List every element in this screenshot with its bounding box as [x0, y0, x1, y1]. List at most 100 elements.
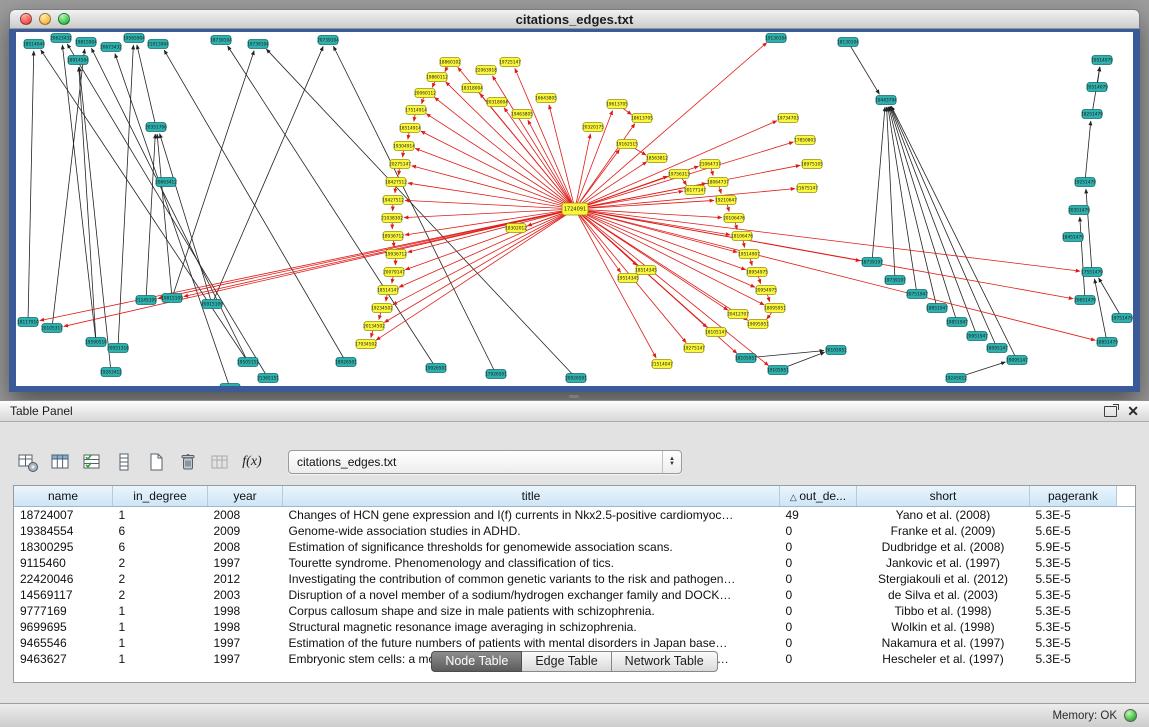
- graph-node[interactable]: 18095951: [764, 304, 786, 313]
- graph-node[interactable]: 18563812: [646, 154, 668, 163]
- graph-node[interactable]: 19590516: [85, 338, 107, 347]
- show-columns-icon[interactable]: [46, 449, 74, 475]
- graph-node[interactable]: 19505151: [237, 358, 259, 367]
- graph-node[interactable]: 18251479: [1081, 110, 1103, 119]
- graph-node[interactable]: 18514147: [377, 286, 399, 295]
- table-row[interactable]: 1456911722003Disruption of a novel membe…: [14, 587, 1135, 603]
- graph-node[interactable]: 19105951: [767, 366, 789, 375]
- graph-node[interactable]: 18514345: [635, 266, 657, 275]
- table-row[interactable]: 911546021997Tourette syndrome. Phenomeno…: [14, 555, 1135, 571]
- column-header-short[interactable]: short: [857, 486, 1030, 507]
- graph-node[interactable]: 19751479: [1111, 314, 1133, 323]
- graph-node[interactable]: 19613705: [606, 100, 628, 109]
- graph-node[interactable]: 20134502: [363, 322, 385, 331]
- graph-node[interactable]: 20351479: [1068, 206, 1090, 215]
- column-header-year[interactable]: year: [208, 486, 283, 507]
- graph-node[interactable]: 20275147: [389, 160, 411, 169]
- graph-node[interactable]: 20105951: [825, 346, 847, 355]
- graph-node[interactable]: 18318004: [461, 84, 483, 93]
- graph-node[interactable]: 19514345: [617, 274, 639, 283]
- table-row[interactable]: 977716911998Corpus callosum shape and si…: [14, 603, 1135, 619]
- graph-node[interactable]: 18954975: [746, 268, 768, 277]
- create-column-icon[interactable]: [142, 449, 170, 475]
- graph-node[interactable]: 20051318: [107, 344, 129, 353]
- graph-node[interactable]: 21675147: [796, 184, 818, 193]
- table-row[interactable]: 969969511998Structural magnetic resonanc…: [14, 619, 1135, 635]
- graph-node[interactable]: 20739104: [317, 36, 339, 45]
- graph-node[interactable]: 19251479: [1074, 178, 1096, 187]
- graph-node[interactable]: 17514914: [405, 106, 427, 115]
- close-window-button[interactable]: [20, 13, 32, 25]
- graph-node[interactable]: 20351706: [145, 123, 167, 132]
- minimize-window-button[interactable]: [39, 13, 51, 25]
- graph-node[interactable]: 19095951: [747, 320, 769, 329]
- column-header-title[interactable]: title: [283, 486, 780, 507]
- graph-node[interactable]: 21064737: [699, 160, 721, 169]
- graph-node[interactable]: 17934502: [355, 340, 377, 349]
- graph-node[interactable]: 19725147: [499, 58, 521, 67]
- graph-node[interactable]: 19245012: [945, 374, 967, 383]
- delete-column-icon[interactable]: [174, 449, 202, 475]
- graph-node[interactable]: 21038302: [381, 214, 403, 223]
- graph-node[interactable]: 20663412: [155, 178, 177, 187]
- graph-node[interactable]: 19815109: [161, 294, 183, 303]
- graph-node[interactable]: 18105951: [735, 354, 757, 363]
- graph-node[interactable]: 18514914: [399, 124, 421, 133]
- graph-node[interactable]: 18860102: [439, 58, 461, 67]
- graph-node[interactable]: 18739104: [210, 36, 232, 45]
- graph-node[interactable]: 18851947: [926, 304, 948, 313]
- graph-node[interactable]: 20915109: [201, 300, 223, 309]
- import-table-icon[interactable]: [206, 449, 234, 475]
- graph-node[interactable]: 16643805: [535, 94, 557, 103]
- table-row[interactable]: 1830029562008Estimation of significance …: [14, 539, 1135, 555]
- column-header-pagerank[interactable]: pagerank: [1030, 486, 1117, 507]
- graph-node[interactable]: 18451479: [1062, 233, 1084, 242]
- table-selector-dropdown[interactable]: citations_edges.txt ▲▼: [288, 450, 682, 474]
- rows-icon[interactable]: [110, 449, 138, 475]
- graph-node[interactable]: 20318004: [486, 98, 508, 107]
- network-window[interactable]: citations_edges.txt 18514044206234321981…: [9, 9, 1140, 392]
- graph-node[interactable]: 18117910: [17, 318, 39, 327]
- graph-node[interactable]: 19304914: [393, 142, 415, 151]
- graph-node[interactable]: 20951947: [966, 332, 988, 341]
- network-view[interactable]: 1851404420623432198159042067343219565904…: [16, 32, 1133, 386]
- table-row[interactable]: 1938455462009Genome-wide association stu…: [14, 523, 1135, 539]
- graph-node[interactable]: 18095147: [986, 344, 1008, 353]
- graph-node[interactable]: 18914504: [67, 56, 89, 65]
- graph-node[interactable]: 19263412: [100, 368, 122, 377]
- graph-node[interactable]: 18302012: [505, 224, 527, 233]
- graph-node[interactable]: 20651479: [1074, 296, 1096, 305]
- tab-edge-table[interactable]: Edge Table: [522, 651, 611, 672]
- graph-node[interactable]: 18926501: [335, 358, 357, 367]
- table-row[interactable]: 1872400712008Changes of HCN gene express…: [14, 507, 1135, 524]
- close-panel-icon[interactable]: ✕: [1127, 404, 1139, 418]
- graph-node[interactable]: 20412707: [727, 310, 749, 319]
- graph-node[interactable]: 20079147: [383, 268, 405, 277]
- graph-node[interactable]: 19739197: [884, 276, 906, 285]
- zoom-window-button[interactable]: [58, 13, 70, 25]
- graph-node[interactable]: 19739104: [247, 40, 269, 49]
- graph-node-hub[interactable]: 1724091: [562, 203, 588, 215]
- graph-node[interactable]: 17850803: [794, 136, 816, 145]
- graph-node[interactable]: 20320175: [582, 123, 604, 132]
- graph-node[interactable]: 19565904: [123, 34, 145, 43]
- graph-node[interactable]: 18514044: [23, 40, 45, 49]
- graph-node[interactable]: 20954975: [755, 286, 777, 295]
- graph-node[interactable]: 19734703: [777, 114, 799, 123]
- column-header-out_de[interactable]: △ out_de...: [780, 486, 857, 507]
- graph-node[interactable]: 17551479: [1081, 268, 1103, 277]
- graph-node[interactable]: 18613705: [631, 114, 653, 123]
- table-row[interactable]: 2242004622012Investigating the contribut…: [14, 571, 1135, 587]
- panel-splitter[interactable]: [0, 392, 1149, 400]
- graph-node[interactable]: 19514079: [1091, 56, 1113, 65]
- graph-node[interactable]: 19234502: [371, 304, 393, 313]
- graph-node[interactable]: 17926501: [485, 370, 507, 379]
- graph-node[interactable]: 18106476: [731, 232, 753, 241]
- graph-node[interactable]: 20035151: [219, 384, 241, 387]
- graph-node[interactable]: 18851479: [1096, 338, 1118, 347]
- graph-node[interactable]: 22063918: [475, 66, 497, 75]
- graph-node[interactable]: 19443794: [875, 96, 897, 105]
- graph-node[interactable]: 19427512: [382, 196, 404, 205]
- network-window-titlebar[interactable]: citations_edges.txt: [9, 9, 1140, 29]
- graph-node[interactable]: 19095147: [1006, 356, 1028, 365]
